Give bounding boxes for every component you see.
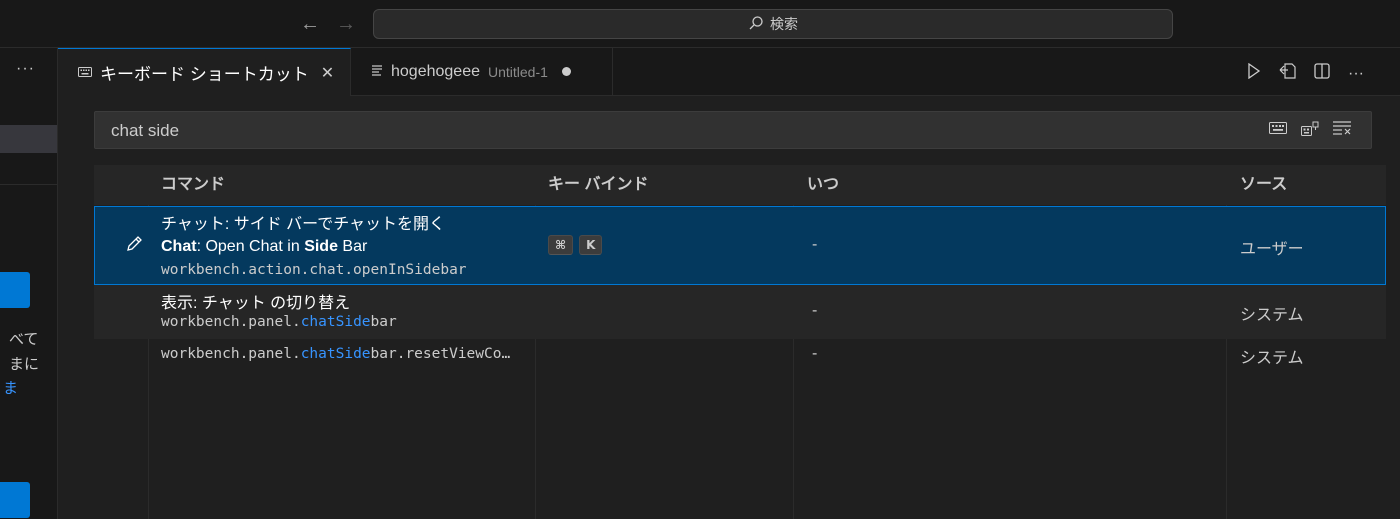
more-actions-icon[interactable]: ··· <box>1346 65 1366 83</box>
tab-keyboard-shortcuts[interactable]: キーボード ショートカット ✕ <box>58 48 351 96</box>
sidebar-primary-button[interactable] <box>0 272 30 308</box>
unsaved-dot-icon[interactable] <box>561 67 571 76</box>
run-icon[interactable] <box>1244 62 1264 84</box>
column-header-command[interactable]: コマンド <box>161 165 225 205</box>
search-actions <box>1269 121 1351 141</box>
source-value: システム <box>1240 350 1304 367</box>
split-editor-icon[interactable] <box>1312 63 1332 84</box>
title-bar: ← → 検索 <box>0 0 1400 48</box>
when-value: - <box>812 236 818 253</box>
file-lines-icon <box>371 64 383 79</box>
keybindings-search[interactable] <box>94 111 1372 150</box>
sidebar-secondary-button[interactable] <box>0 482 30 518</box>
table-row[interactable]: 表示: チャット の切り替え workbench.panel.chatSideb… <box>94 285 1386 339</box>
sidebar-link-text[interactable]: ま <box>3 377 18 398</box>
keybindings-search-input[interactable] <box>109 112 1213 150</box>
tab-label: hogehogeee <box>391 62 480 80</box>
key-cap: K <box>579 235 603 255</box>
tab-label: キーボード ショートカット <box>100 65 309 84</box>
sort-by-precedence-icon[interactable] <box>1301 121 1319 141</box>
source-value: システム <box>1240 307 1304 324</box>
search-label: 検索 <box>770 16 798 32</box>
tab-untitled-1[interactable]: hogehogeee Untitled-1 <box>351 48 613 95</box>
edit-keybinding-icon[interactable] <box>125 235 143 256</box>
editor-tab-bar: キーボード ショートカット ✕ hogehogeee Untitled-1 ··… <box>58 48 1400 96</box>
tab-description: Untitled-1 <box>487 63 548 80</box>
command-label: Chat: Open Chat in Side Bar <box>161 238 368 255</box>
clear-search-icon[interactable] <box>1333 121 1351 141</box>
table-header: コマンド キー バインド いつ ソース <box>94 165 1386 205</box>
column-header-keybinding[interactable]: キー バインド <box>548 165 648 205</box>
arrow-left-icon[interactable]: ← <box>300 12 320 36</box>
command-title: チャット: サイド バーでチャットを開く <box>161 216 446 233</box>
sidebar-text-2: まに <box>9 356 40 373</box>
keybinding-keys: ⌘ K <box>548 235 608 255</box>
editor-actions: ··· <box>1244 62 1366 85</box>
when-value: - <box>812 345 818 362</box>
open-json-icon[interactable] <box>1278 62 1298 85</box>
keybindings-table: コマンド キー バインド いつ ソース チャット: サイド バーでチャットを開く… <box>94 165 1386 519</box>
sidebar-text-1: べて <box>9 331 39 348</box>
table-row[interactable]: チャット: サイド バーでチャットを開く Chat: Open Chat in … <box>94 206 1386 285</box>
arrow-right-icon[interactable]: → <box>336 12 356 36</box>
keyboard-icon <box>78 65 92 80</box>
keyboard-shortcuts-editor: コマンド キー バインド いつ ソース チャット: サイド バーでチャットを開く… <box>58 96 1400 519</box>
key-cap: ⌘ <box>548 235 574 255</box>
sidebar-divider <box>0 184 57 185</box>
command-center-search[interactable]: 検索 <box>373 9 1173 39</box>
more-actions-icon[interactable]: ··· <box>16 60 35 78</box>
side-bar: ··· べて まに ま <box>0 48 58 519</box>
source-value: ユーザー <box>1240 241 1304 258</box>
when-value: - <box>812 302 818 319</box>
table-row[interactable]: workbench.panel.chatSidebar.resetViewCo…… <box>94 339 1386 373</box>
column-header-when[interactable]: いつ <box>807 165 839 205</box>
column-header-source[interactable]: ソース <box>1240 165 1287 205</box>
sidebar-selected-item[interactable] <box>0 125 57 153</box>
close-icon[interactable]: ✕ <box>321 63 334 83</box>
command-title: 表示: チャット の切り替え <box>161 295 351 312</box>
command-id: workbench.action.chat.openInSidebar <box>161 262 467 278</box>
command-id: workbench.panel.chatSidebar <box>161 314 397 330</box>
record-keys-icon[interactable] <box>1269 121 1287 141</box>
search-icon <box>748 15 764 34</box>
command-id: workbench.panel.chatSidebar.resetViewCo… <box>161 346 511 362</box>
